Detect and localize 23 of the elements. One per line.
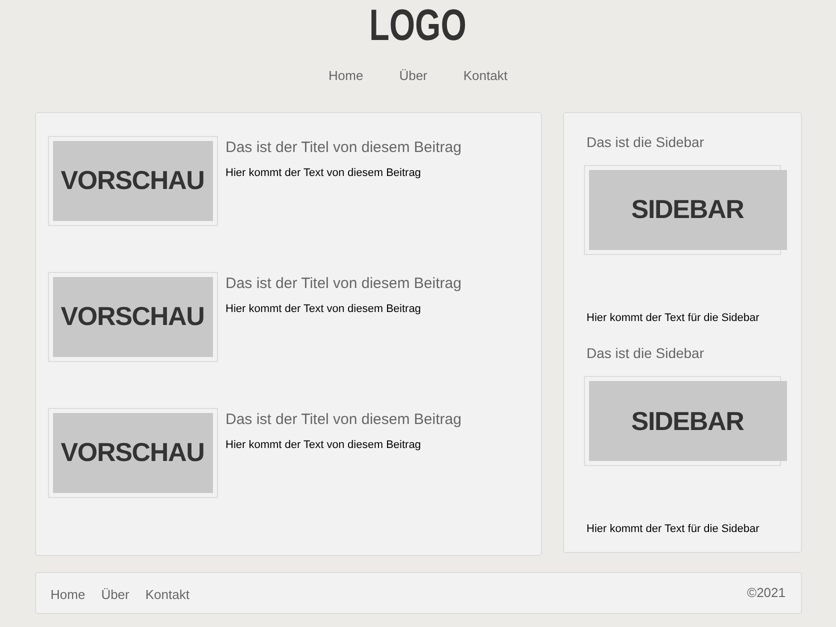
sidebar-title: Das ist die Sidebar xyxy=(586,344,706,363)
placeholder-image: SIDEBAR xyxy=(588,381,786,461)
post-title[interactable]: Das ist der Titel von diesem Beitrag xyxy=(226,408,462,431)
post-title[interactable]: Das ist der Titel von diesem Beitrag xyxy=(226,136,462,159)
copyright: ©2021 xyxy=(747,584,786,602)
nav-link[interactable]: Kontakt xyxy=(463,66,508,86)
post-text: Hier kommt der Text von diesem Beitrag xyxy=(226,302,422,317)
placeholder-image: VORSCHAU xyxy=(52,412,212,492)
nav-link[interactable]: Home xyxy=(328,66,364,86)
footer-link[interactable]: Über xyxy=(101,584,130,604)
footer-link[interactable]: Kontakt xyxy=(145,584,190,604)
post-text: Hier kommt der Text von diesem Beitrag xyxy=(226,438,422,453)
placeholder-image: VORSCHAU xyxy=(52,140,212,220)
logo[interactable]: LOGO xyxy=(369,2,467,50)
sidebar-title: Das ist die Sidebar xyxy=(586,132,706,152)
footer-link[interactable]: Home xyxy=(50,584,86,604)
post-title[interactable]: Das ist der Titel von diesem Beitrag xyxy=(226,272,462,295)
sidebar-text: Hier kommt der Text für die Sidebar xyxy=(586,310,760,326)
placeholder-image: SIDEBAR xyxy=(588,170,786,250)
sidebar-text: Hier kommt der Text für die Sidebar xyxy=(586,522,760,537)
nav-link[interactable]: Über xyxy=(399,66,428,86)
placeholder-image: VORSCHAU xyxy=(52,276,212,356)
post-text: Hier kommt der Text von diesem Beitrag xyxy=(226,166,422,181)
